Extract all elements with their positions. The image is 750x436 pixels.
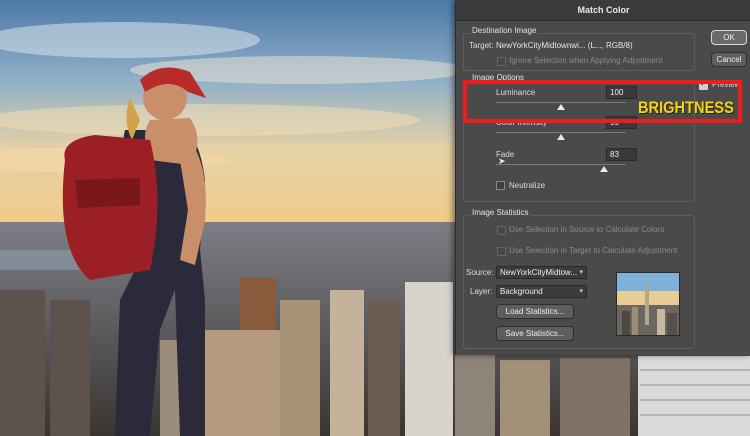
target-value: NewYorkCityMidtownwi... (L..., RGB/8) [496, 41, 633, 50]
use-source-selection-label: Use Selection in Source to Calculate Col… [509, 225, 665, 234]
neutralize-label: Neutralize [509, 181, 546, 190]
ok-button[interactable]: OK [711, 30, 747, 45]
match-color-dialog: Match Color Destination Image Target: Ne… [455, 0, 750, 355]
fade-value-field[interactable]: 83 [606, 148, 637, 161]
source-select-value: NewYorkCityMidtow... [500, 268, 578, 277]
source-thumbnail-image [617, 273, 679, 335]
load-statistics-button[interactable]: Load Statistics... [496, 304, 574, 319]
dialog-title: Match Color [456, 0, 750, 21]
use-target-selection-checkbox[interactable] [497, 247, 506, 256]
use-target-selection-label: Use Selection in Target to Calculate Adj… [509, 246, 678, 255]
source-thumbnail [616, 272, 680, 336]
image-statistics-title: Image Statistics [470, 208, 531, 217]
layer-select-value: Background [500, 287, 543, 296]
destination-image-title: Destination Image [470, 26, 539, 35]
color-intensity-slider-thumb[interactable] [557, 134, 565, 140]
ignore-selection-checkbox[interactable] [497, 57, 506, 66]
source-select[interactable]: NewYorkCityMidtow... ▾ [496, 266, 587, 279]
cancel-button[interactable]: Cancel [711, 52, 747, 67]
target-label: Target: [469, 41, 494, 50]
brightness-annotation: BRIGHTNESS [638, 98, 734, 117]
chevron-down-icon: ▾ [579, 288, 583, 295]
layer-label: Layer: [470, 287, 493, 296]
chevron-down-icon: ▾ [579, 269, 583, 276]
fade-slider-thumb[interactable] [599, 166, 608, 172]
layer-select[interactable]: Background ▾ [496, 285, 587, 298]
source-label: Source: [466, 268, 494, 277]
ignore-selection-label: Ignore Selection when Applying Adjustmen… [509, 56, 663, 65]
save-statistics-button[interactable]: Save Statistics... [496, 326, 574, 341]
use-source-selection-checkbox[interactable] [497, 226, 506, 235]
fade-slider-track[interactable] [496, 164, 626, 165]
neutralize-checkbox[interactable] [496, 181, 505, 190]
color-intensity-slider-track[interactable] [496, 132, 626, 133]
mouse-cursor-icon: ➤ [498, 156, 506, 166]
